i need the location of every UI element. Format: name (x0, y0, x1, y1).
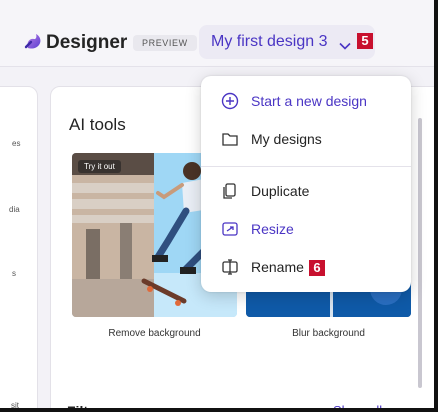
show-all-link[interactable]: Show all › (333, 403, 390, 408)
menu-item-rename[interactable]: Rename 6 (201, 250, 411, 284)
tile-label: Blur background (292, 328, 365, 339)
try-it-out-tag: Try it out (78, 160, 121, 173)
sidebar-item-label[interactable]: sit (11, 401, 19, 408)
designer-logo-icon (24, 30, 44, 55)
scrollbar[interactable] (418, 118, 422, 388)
sidebar-item-label[interactable]: s (12, 269, 16, 278)
sidebar-item-label[interactable]: es (12, 139, 20, 148)
left-panel: es dia s sit (0, 86, 38, 408)
design-title: My first design 3 (211, 33, 328, 50)
top-bar: Designer PREVIEW My first design 3 5 (0, 0, 434, 67)
resize-icon (221, 220, 239, 243)
menu-divider (201, 166, 411, 167)
menu-item-label: Duplicate (251, 183, 310, 199)
rename-icon (221, 258, 239, 281)
menu-item-label: Rename (251, 259, 304, 275)
menu-item-label: Start a new design (251, 93, 367, 109)
filters-heading: Filters (67, 403, 110, 412)
chevron-down-icon (339, 37, 351, 55)
design-menu: Start a new design My designs Duplicate … (201, 76, 411, 292)
folder-icon (221, 130, 239, 153)
menu-item-start-new-design[interactable]: Start a new design (201, 84, 411, 118)
menu-item-label: My designs (251, 131, 322, 147)
design-title-button[interactable]: My first design 3 (199, 25, 375, 59)
menu-item-resize[interactable]: Resize (201, 212, 411, 246)
app-name: Designer (46, 32, 128, 53)
menu-item-duplicate[interactable]: Duplicate (201, 174, 411, 208)
plus-circle-icon (221, 92, 239, 115)
menu-item-label: Resize (251, 221, 294, 237)
callout-marker-6: 6 (309, 260, 325, 276)
tile-label: Remove background (108, 328, 201, 339)
menu-item-my-designs[interactable]: My designs (201, 122, 411, 156)
section-title: AI tools (69, 115, 126, 134)
callout-marker-5: 5 (357, 33, 373, 49)
app-window: Designer PREVIEW My first design 3 5 es … (0, 0, 438, 412)
preview-badge: PREVIEW (133, 35, 197, 51)
duplicate-icon (221, 182, 239, 205)
sidebar-item-label[interactable]: dia (9, 205, 20, 214)
